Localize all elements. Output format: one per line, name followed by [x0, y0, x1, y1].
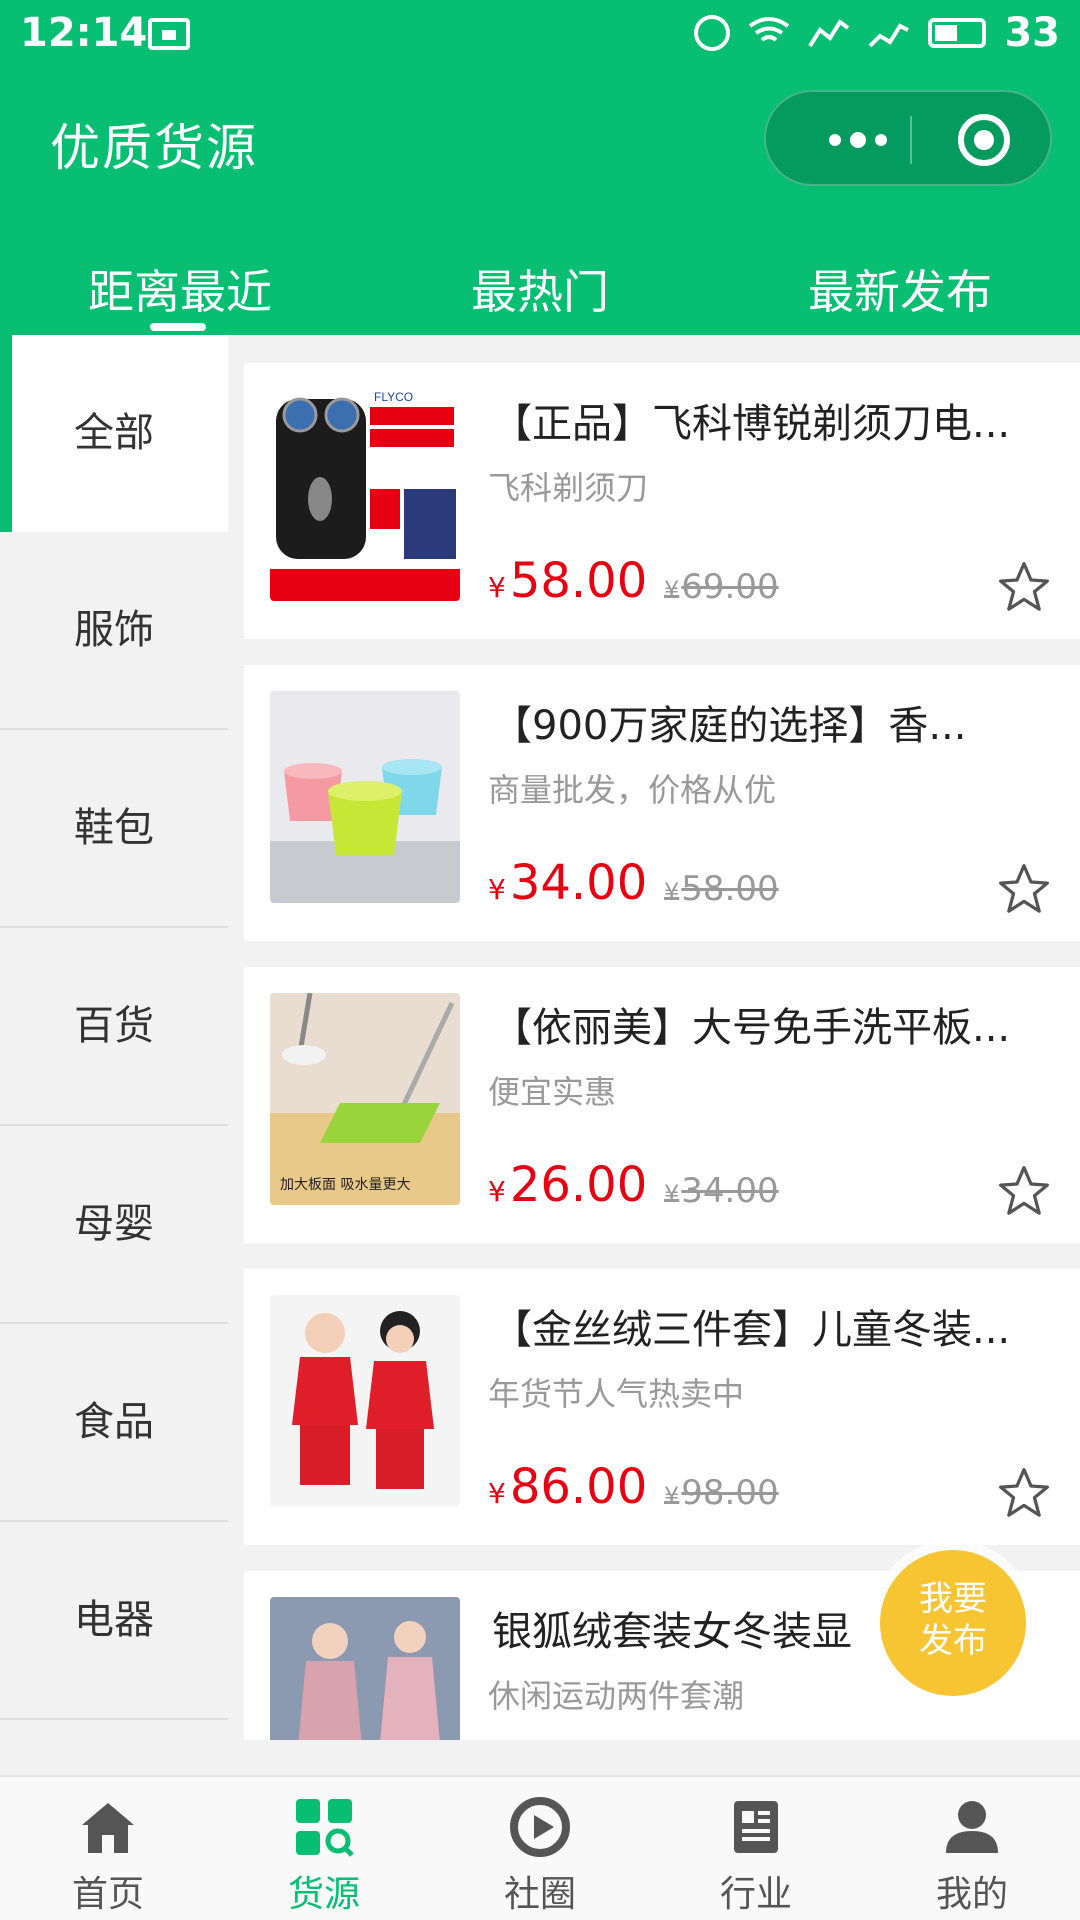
product-subtitle: 商量批发，价格从优	[488, 771, 777, 809]
product-price: ¥26.00	[488, 1157, 647, 1213]
currency-symbol: ¥	[664, 878, 680, 906]
category-all[interactable]: 全部	[0, 335, 228, 532]
currency-symbol: ¥	[488, 873, 506, 906]
nav-supply[interactable]: 货源	[216, 1795, 432, 1917]
battery-percent: 33	[1004, 10, 1060, 56]
signal-icon-1	[808, 19, 850, 48]
product-card[interactable]: 【900万家庭的选择】香... 商量批发，价格从优 ¥34.00 ¥58.00	[244, 665, 1080, 941]
category-appliances[interactable]: 电器	[0, 1522, 228, 1719]
wifi-icon	[749, 17, 790, 42]
women-clothes-image[interactable]	[270, 1597, 460, 1740]
status-time: 12:14	[20, 10, 148, 56]
product-subtitle: 飞科剃须刀	[488, 469, 649, 507]
status-bar: 12:14 33	[0, 0, 1080, 68]
signal-icon-2	[868, 23, 910, 48]
currency-symbol: ¥	[488, 1477, 506, 1510]
nav-community[interactable]: 社圈	[432, 1795, 648, 1917]
image-notification-icon	[148, 18, 190, 50]
nav-label: 社圈	[503, 1874, 576, 1915]
fab-label-line1: 我要	[919, 1579, 987, 1619]
price-value: 86.00	[509, 1459, 648, 1515]
product-title: 【依丽美】大号免手洗平板...	[492, 1005, 1011, 1051]
svg-text:FLYCO: FLYCO	[374, 390, 413, 404]
currency-symbol: ¥	[488, 1175, 506, 1208]
product-price: ¥58.00	[488, 553, 647, 609]
buckets-image[interactable]	[270, 691, 460, 903]
product-subtitle: 休闲运动两件套潮	[488, 1677, 745, 1715]
tab-newest[interactable]: 最新发布	[750, 256, 1050, 322]
nav-me[interactable]: 我的	[864, 1795, 1080, 1917]
page-title: 优质货源	[50, 119, 258, 177]
user-icon	[946, 1801, 998, 1853]
product-subtitle: 便宜实惠	[488, 1073, 617, 1111]
price-value: 26.00	[509, 1157, 648, 1213]
status-icons: 33	[694, 10, 1060, 56]
close-target-icon[interactable]	[958, 114, 1010, 166]
nav-label: 我的	[935, 1874, 1008, 1915]
original-price: ¥98.00	[664, 1473, 779, 1513]
original-price-value: 69.00	[681, 567, 779, 607]
tab-nearest[interactable]: 距离最近	[30, 256, 330, 322]
news-icon	[734, 1801, 778, 1853]
product-price: ¥34.00	[488, 855, 647, 911]
favorite-star-icon[interactable]	[996, 1163, 1052, 1219]
nav-home[interactable]: 首页	[0, 1795, 216, 1917]
price-value: 34.00	[509, 855, 648, 911]
miniprogram-capsule	[764, 90, 1052, 186]
currency-symbol: ¥	[664, 576, 680, 604]
original-price-value: 98.00	[681, 1473, 779, 1513]
alarm-icon	[694, 15, 731, 51]
home-icon	[82, 1803, 134, 1853]
nav-label: 货源	[287, 1874, 360, 1915]
product-title: 【金丝绒三件套】儿童冬装...	[492, 1307, 1011, 1353]
product-title: 【正品】飞科博锐剃须刀电...	[492, 401, 1011, 447]
nav-industry[interactable]: 行业	[648, 1795, 864, 1917]
svg-text:加大板面 吸水量更大: 加大板面 吸水量更大	[280, 1177, 410, 1193]
fab-label-line2: 发布	[919, 1621, 987, 1661]
category-sidebar: 全部 服饰 鞋包 百货 母婴 食品 电器	[0, 335, 228, 1735]
publish-fab-button[interactable]: 我要 发布	[880, 1550, 1026, 1696]
bottom-nav: 首页 货源 社圈 行业 我的	[0, 1775, 1080, 1920]
original-price: ¥34.00	[664, 1171, 779, 1211]
product-subtitle: 年货节人气热卖中	[488, 1375, 745, 1413]
category-general-goods[interactable]: 百货	[0, 928, 228, 1125]
currency-symbol: ¥	[488, 571, 506, 604]
price-value: 58.00	[509, 553, 648, 609]
original-price: ¥58.00	[664, 869, 779, 909]
product-price: ¥86.00	[488, 1459, 647, 1515]
original-price-value: 34.00	[681, 1171, 779, 1211]
product-card[interactable]: FLYCO 【正品】飞科博锐剃须刀电... 飞科剃须刀 ¥58.00 ¥69.0…	[244, 363, 1080, 639]
category-apparel[interactable]: 服饰	[0, 532, 228, 729]
tab-hottest[interactable]: 最热门	[390, 256, 690, 322]
grid-search-icon	[296, 1799, 354, 1857]
favorite-star-icon[interactable]	[996, 861, 1052, 917]
nav-label: 首页	[71, 1874, 144, 1915]
original-price: ¥69.00	[664, 567, 779, 607]
product-list: FLYCO 【正品】飞科博锐剃须刀电... 飞科剃须刀 ¥58.00 ¥69.0…	[244, 335, 1080, 1740]
shaver-image[interactable]: FLYCO	[270, 389, 460, 601]
product-title: 【900万家庭的选择】香...	[492, 703, 967, 749]
play-circle-icon	[510, 1797, 570, 1857]
capsule-divider	[910, 116, 912, 164]
tab-active-indicator	[150, 323, 206, 331]
battery-icon	[928, 18, 987, 48]
currency-symbol: ¥	[664, 1180, 680, 1208]
favorite-star-icon[interactable]	[996, 559, 1052, 615]
header: 12:14 33 优质货源 距离最近 最热门 最新发布	[0, 0, 1080, 335]
category-food[interactable]: 食品	[0, 1324, 228, 1521]
sort-tabs: 距离最近 最热门 最新发布	[0, 240, 1080, 335]
nav-label: 行业	[719, 1874, 792, 1915]
product-card[interactable]: 加大板面 吸水量更大 【依丽美】大号免手洗平板... 便宜实惠 ¥26.00 ¥…	[244, 967, 1080, 1243]
favorite-star-icon[interactable]	[996, 1465, 1052, 1521]
category-divider	[0, 1718, 228, 1720]
category-mother-baby[interactable]: 母婴	[0, 1126, 228, 1323]
category-shoes-bags[interactable]: 鞋包	[0, 730, 228, 927]
product-card[interactable]: 【金丝绒三件套】儿童冬装... 年货节人气热卖中 ¥86.00 ¥98.00	[244, 1269, 1080, 1545]
mop-image[interactable]: 加大板面 吸水量更大	[270, 993, 460, 1205]
currency-symbol: ¥	[664, 1482, 680, 1510]
more-icon[interactable]	[808, 92, 908, 188]
original-price-value: 58.00	[681, 869, 779, 909]
kids-clothes-image[interactable]	[270, 1295, 460, 1507]
